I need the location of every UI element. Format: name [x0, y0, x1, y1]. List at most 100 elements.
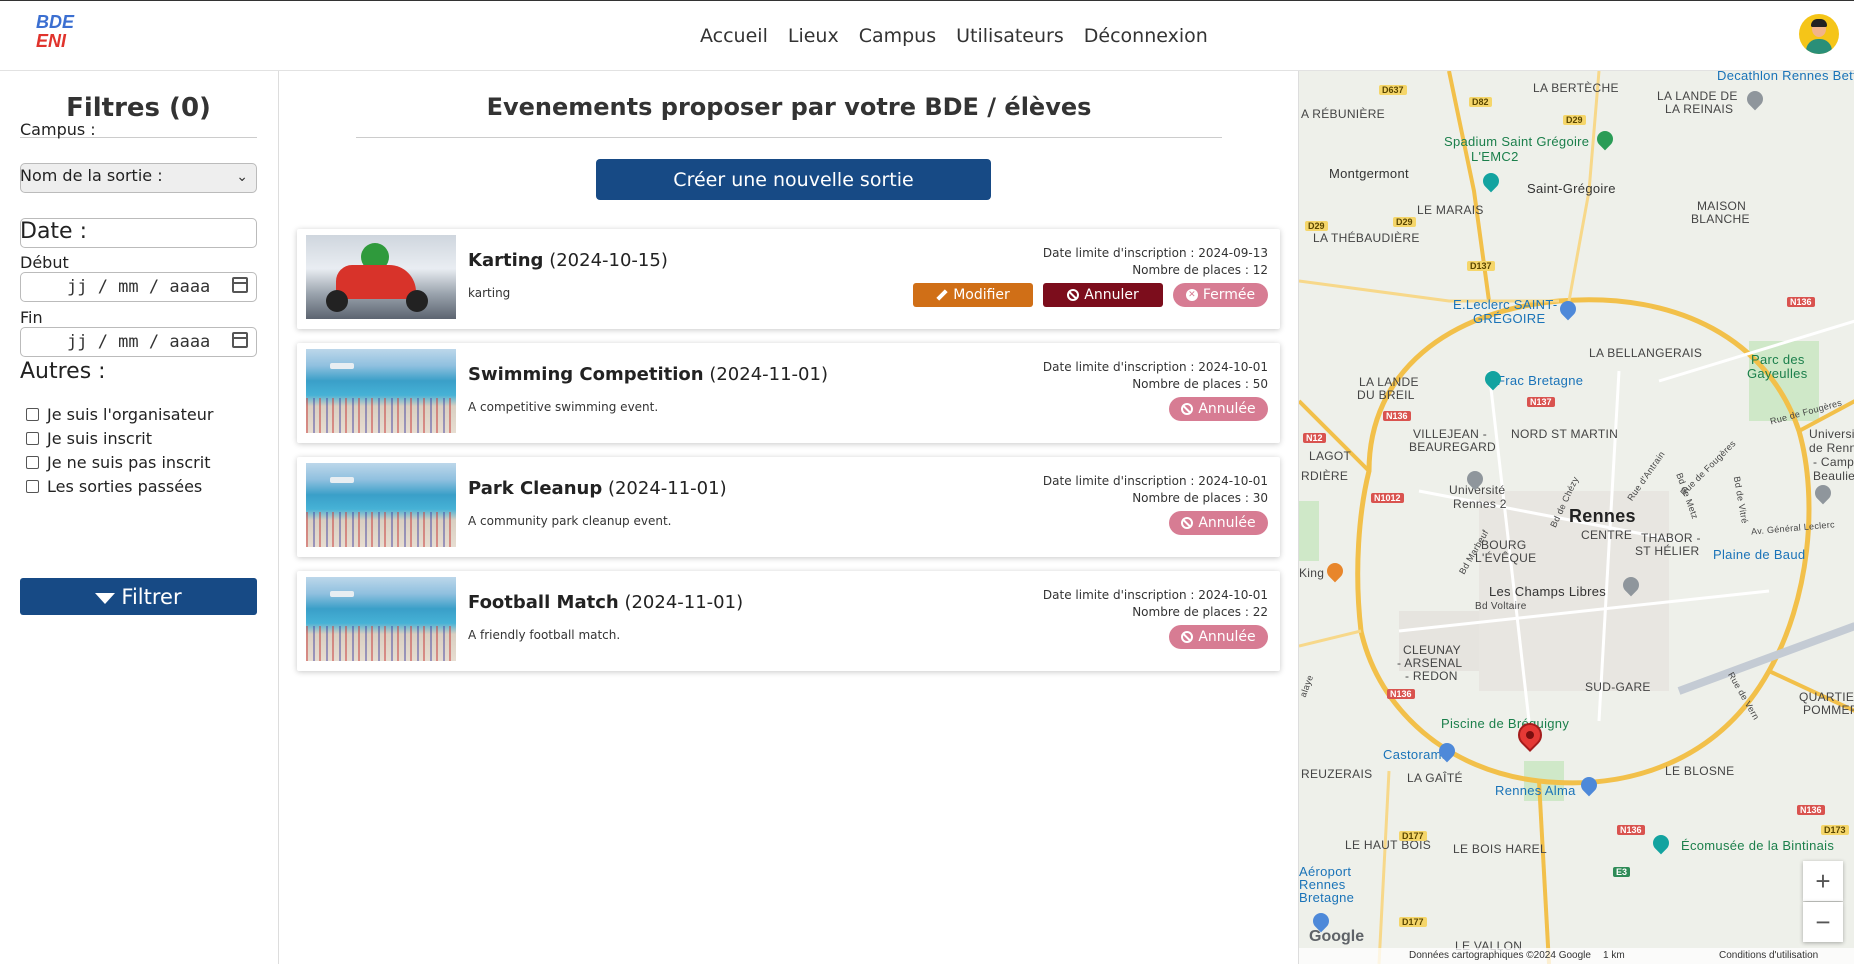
user-avatar[interactable] [1799, 14, 1839, 54]
status-badge: Annulée [1169, 511, 1268, 535]
event-card[interactable]: Swimming Competition (2024-11-01) A comp… [297, 343, 1280, 443]
cancel-event-button[interactable]: Annuler [1043, 283, 1163, 307]
others-heading: Autres : [20, 359, 106, 384]
places-value: 30 [1252, 491, 1268, 505]
road-shield: N136 [1787, 297, 1815, 307]
status-label: Annulée [1198, 401, 1256, 417]
checkbox-box[interactable] [26, 456, 39, 469]
deadline-prefix: Date limite d'inscription : [1042, 474, 1199, 488]
map-label: Universit [1809, 427, 1854, 441]
filter-button-label: Filtrer [121, 584, 182, 609]
event-card[interactable]: Football Match (2024-11-01) A friendly f… [297, 571, 1280, 671]
map-label: E.Leclerc SAINT- [1453, 297, 1558, 312]
map-label: Beaulieu [1813, 469, 1854, 483]
event-deadline: Date limite d'inscription : 2024-09-13 [1043, 245, 1268, 262]
title-divider [356, 137, 1222, 138]
start-date-placeholder: jj / mm / aaaa [67, 277, 211, 297]
event-actions: Modifier Annuler ✕ Fermée [913, 283, 1268, 307]
google-logo[interactable]: Google [1309, 928, 1364, 946]
road-shield: N136 [1617, 825, 1645, 835]
bde-eni-logo[interactable]: BDE ENI [36, 13, 74, 53]
event-date: (2024-11-01) [624, 592, 744, 613]
map-data-credit[interactable]: Données cartographiques ©2024 Google [1409, 950, 1591, 961]
zoom-out-button[interactable]: − [1803, 902, 1843, 942]
event-card[interactable]: Park Cleanup (2024-11-01) A community pa… [297, 457, 1280, 557]
checkbox-box[interactable] [26, 480, 39, 493]
start-date-input[interactable]: jj / mm / aaaa [20, 272, 257, 302]
calendar-icon[interactable] [232, 332, 248, 348]
end-date-input[interactable]: jj / mm / aaaa [20, 327, 257, 357]
event-name: Karting [468, 250, 544, 271]
event-places: Nombre de places : 22 [1043, 604, 1268, 621]
modify-label: Modifier [953, 287, 1010, 303]
road-shield: D29 [1563, 115, 1586, 125]
event-image-beach [306, 463, 456, 547]
road-shield: D637 [1379, 85, 1407, 95]
filter-button[interactable]: Filtrer [20, 578, 257, 615]
start-date-label: Début [20, 253, 69, 272]
event-name: Swimming Competition [468, 364, 704, 385]
event-card[interactable]: Karting (2024-10-15) karting Date limite… [297, 229, 1280, 329]
checkbox-box[interactable] [26, 408, 39, 421]
ban-icon [1067, 289, 1080, 301]
checkbox-registered[interactable]: Je suis inscrit [26, 429, 152, 448]
road-shield: D177 [1399, 917, 1427, 927]
deadline-value: 2024-10-01 [1198, 474, 1268, 488]
nav-link-campus[interactable]: Campus [859, 25, 936, 47]
map-label: LE BOIS HAREL [1453, 842, 1547, 856]
road-shield: N137 [1527, 397, 1555, 407]
map-label: LE MARAIS [1417, 203, 1484, 217]
status-label: Fermée [1202, 287, 1256, 303]
checkbox-organizer[interactable]: Je suis l'organisateur [26, 405, 213, 424]
logo-line-1: BDE [36, 12, 75, 32]
modify-button[interactable]: Modifier [913, 283, 1033, 307]
map-label: Decathlon Rennes Betton [1717, 71, 1854, 83]
road-shield: D82 [1469, 97, 1492, 107]
map-terms-link[interactable]: Conditions d'utilisation [1719, 950, 1818, 961]
event-places: Nombre de places : 30 [1043, 490, 1268, 507]
deadline-prefix: Date limite d'inscription : [1042, 360, 1199, 374]
road [1537, 780, 1551, 964]
map-label: Rennes Alma [1495, 783, 1576, 798]
event-description: A community park cleanup event. [468, 514, 672, 528]
checkbox-label: Je suis l'organisateur [47, 405, 214, 424]
road-shield: N136 [1797, 805, 1825, 815]
map-label: BLANCHE [1691, 212, 1750, 226]
funnel-icon [95, 593, 116, 604]
road-shield: D137 [1467, 261, 1495, 271]
zoom-in-button[interactable]: + [1803, 861, 1843, 901]
map-label: POMMER [1803, 703, 1854, 717]
checkbox-not-registered[interactable]: Je ne suis pas inscrit [26, 453, 210, 472]
road-shield: D173 [1821, 825, 1849, 835]
create-event-button[interactable]: Créer une nouvelle sortie [596, 159, 991, 200]
checkbox-past-events[interactable]: Les sorties passées [26, 477, 202, 496]
road [1299, 629, 1362, 648]
map-label: L'EMC2 [1471, 149, 1519, 164]
nav-link-lieux[interactable]: Lieux [788, 25, 839, 47]
calendar-icon[interactable] [232, 277, 248, 293]
google-map[interactable]: Decathlon Rennes Betton LA BERTÈCHE LA L… [1298, 71, 1854, 964]
event-title: Football Match (2024-11-01) [468, 592, 743, 613]
nav-link-accueil[interactable]: Accueil [700, 25, 768, 47]
event-name: Park Cleanup [468, 478, 603, 499]
map-label: - REDON [1405, 669, 1458, 683]
checkbox-box[interactable] [26, 432, 39, 445]
map-label: LA LANDE DE [1657, 89, 1738, 103]
map-label: Montgermont [1329, 166, 1409, 181]
road-shield: N136 [1383, 411, 1411, 421]
status-badge: Annulée [1169, 625, 1268, 649]
map-label: de Renne [1809, 441, 1854, 455]
map-label: CLEUNAY [1403, 643, 1461, 657]
end-date-label: Fin [20, 308, 43, 327]
event-description: karting [468, 286, 511, 300]
map-label: GRÉGOIRE [1473, 311, 1546, 326]
event-date: (2024-10-15) [549, 250, 668, 271]
nav-link-utilisateurs[interactable]: Utilisateurs [956, 25, 1064, 47]
kart-wheel [406, 290, 428, 312]
deadline-value: 2024-10-01 [1198, 588, 1268, 602]
beach-crowd [306, 397, 456, 433]
street-label: Bd Voltaire [1475, 601, 1527, 612]
nav-link-deconnexion[interactable]: Déconnexion [1084, 25, 1208, 47]
filters-title: Filtres (0) [66, 93, 211, 123]
event-deadline: Date limite d'inscription : 2024-10-01 [1043, 473, 1268, 490]
